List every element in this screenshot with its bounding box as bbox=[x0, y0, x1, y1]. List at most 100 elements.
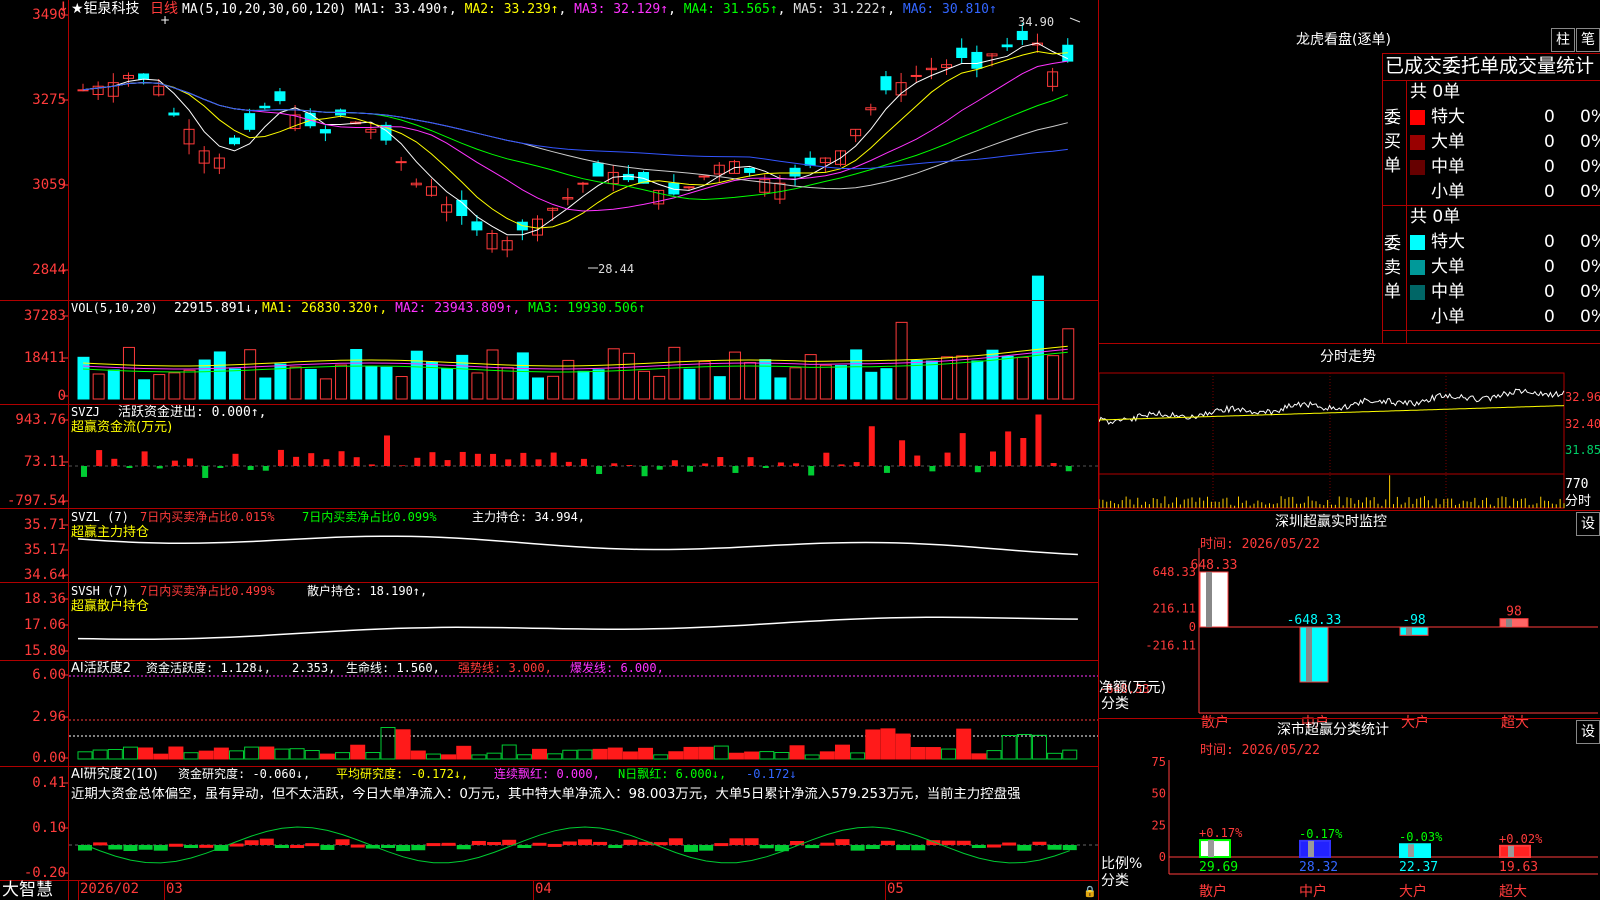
activity-bar bbox=[107, 749, 123, 760]
volume-bar bbox=[213, 351, 226, 400]
research-bar bbox=[78, 845, 92, 851]
bar-mode-button[interactable]: 柱 bbox=[1551, 28, 1575, 52]
monitor-bar-shade bbox=[1206, 572, 1212, 627]
classify-ratio-label: 比例% bbox=[1101, 856, 1143, 872]
volume-bar bbox=[607, 348, 620, 400]
dragon-sep bbox=[1382, 330, 1600, 331]
candle-body bbox=[971, 51, 983, 69]
flow-bar bbox=[611, 463, 618, 466]
activity-bar bbox=[865, 729, 881, 760]
monitor-bar bbox=[1199, 571, 1229, 628]
candle-body bbox=[880, 76, 892, 91]
monitor-bar-value: 98 bbox=[1506, 605, 1522, 620]
svzl-c: 主力持仓: 34.994, bbox=[472, 510, 586, 524]
main-y-tick: 3059 bbox=[32, 177, 66, 193]
ai-active-a: 资金活跃度: 1.128↓, bbox=[146, 661, 272, 675]
classify-value-label: 19.63 bbox=[1499, 860, 1538, 875]
activity-bar bbox=[622, 751, 638, 760]
buy-row: 中单 0 0% bbox=[1410, 155, 1600, 179]
ai-research-d: N日飘红: 6.000↓, bbox=[618, 767, 727, 781]
flow-bar bbox=[368, 464, 375, 466]
ma4-value: MA4: 31.565↑ bbox=[683, 2, 778, 17]
activity-bar bbox=[350, 744, 366, 760]
svsh-b: 散户持仓: 18.190↑, bbox=[307, 584, 428, 598]
volume-bar bbox=[1031, 275, 1044, 400]
research-bar bbox=[184, 845, 199, 848]
ai-active-label: AI活跃度2 bbox=[71, 661, 131, 676]
monitor-net-label: 净额(万元) bbox=[1099, 680, 1166, 696]
activity-bar bbox=[774, 752, 790, 760]
volume-bar bbox=[835, 365, 847, 400]
flow-bar bbox=[959, 433, 966, 466]
research-bar bbox=[320, 845, 335, 850]
intraday-y-tick: 32.40 bbox=[1565, 417, 1600, 431]
classify-y-tick: 25 bbox=[1152, 818, 1166, 832]
buy-row-name: 小单 bbox=[1431, 182, 1465, 202]
research-bar bbox=[108, 845, 123, 850]
svzj-line2: 超赢资金流(万元) bbox=[71, 420, 173, 435]
activity-bar bbox=[835, 744, 850, 760]
sell-color-swatch bbox=[1410, 310, 1425, 325]
sell-row-pct: 0% bbox=[1580, 307, 1600, 327]
buy-color-swatch bbox=[1410, 159, 1425, 175]
monitor-y-tick: 648.33 bbox=[1153, 565, 1196, 579]
stock-name[interactable]: ★钜泉科技 bbox=[71, 2, 140, 17]
activity-bar bbox=[683, 746, 699, 760]
classify-bar-shade bbox=[1508, 845, 1514, 857]
volume-bar bbox=[441, 368, 454, 400]
brand-label: 大智慧 bbox=[2, 880, 53, 900]
ma3-value: MA3: 32.129↑ bbox=[574, 2, 669, 17]
dragon-tabs[interactable]: 已成交委托单成交量统计 bbox=[1385, 55, 1594, 77]
classify-settings-button[interactable]: 设 bbox=[1576, 720, 1600, 744]
research-bar bbox=[820, 842, 835, 846]
sell-total: 共 0单 bbox=[1410, 207, 1461, 227]
research-bar bbox=[381, 845, 395, 848]
sell-row-name: 小单 bbox=[1431, 307, 1465, 327]
research-bar bbox=[274, 845, 289, 848]
candle-body bbox=[138, 73, 150, 80]
research-bar bbox=[699, 845, 714, 851]
classify-change-label: -0.03% bbox=[1399, 830, 1443, 844]
buy-row-count: 0 bbox=[1544, 107, 1555, 127]
flow-bar bbox=[217, 466, 224, 468]
monitor-settings-button[interactable]: 设 bbox=[1576, 512, 1600, 536]
buy-row-name: 特大 bbox=[1431, 107, 1465, 127]
research-bar bbox=[1017, 845, 1032, 851]
candle-body bbox=[804, 157, 816, 166]
main-y-tick: 2844 bbox=[32, 262, 66, 278]
volume-bar bbox=[547, 375, 560, 400]
activity-bar bbox=[1062, 749, 1078, 760]
volume-bar bbox=[774, 377, 787, 400]
volume-bar bbox=[168, 372, 181, 400]
flow-bar bbox=[974, 466, 981, 473]
candle-body bbox=[683, 186, 695, 189]
flow-bar bbox=[141, 451, 148, 466]
svzl-label: SVZL (7) bbox=[71, 510, 129, 524]
volume-bar bbox=[744, 362, 757, 400]
date-label: 03 bbox=[166, 881, 183, 897]
flow-bar bbox=[626, 464, 633, 466]
lock-icon[interactable]: 🔒 bbox=[1083, 884, 1097, 899]
high-pointer bbox=[1069, 17, 1081, 23]
flow-bar bbox=[777, 462, 784, 466]
volume-bar bbox=[319, 378, 332, 400]
volume-bar bbox=[638, 370, 651, 400]
ma6-value: MA6: 30.810↑ bbox=[902, 2, 997, 17]
volume-bar bbox=[122, 346, 135, 400]
activity-bar bbox=[607, 747, 623, 760]
candle-body bbox=[168, 112, 180, 116]
flow-bar bbox=[171, 460, 178, 466]
activity-bar bbox=[804, 754, 820, 760]
activity-bar bbox=[562, 749, 578, 760]
activity-bar bbox=[728, 752, 744, 760]
sell-color-swatch bbox=[1410, 259, 1425, 275]
classify-category: 中户 bbox=[1299, 883, 1327, 900]
activity-bar bbox=[577, 749, 593, 760]
classify-bar-shade bbox=[1308, 840, 1314, 857]
flow-bar bbox=[444, 460, 451, 466]
sell-row: 小单 0 0% bbox=[1410, 305, 1600, 329]
flow-bar bbox=[338, 451, 345, 466]
pen-mode-button[interactable]: 笔 bbox=[1576, 28, 1600, 52]
vol-y-tick: 0 bbox=[57, 388, 66, 404]
candle-body bbox=[1001, 44, 1013, 48]
